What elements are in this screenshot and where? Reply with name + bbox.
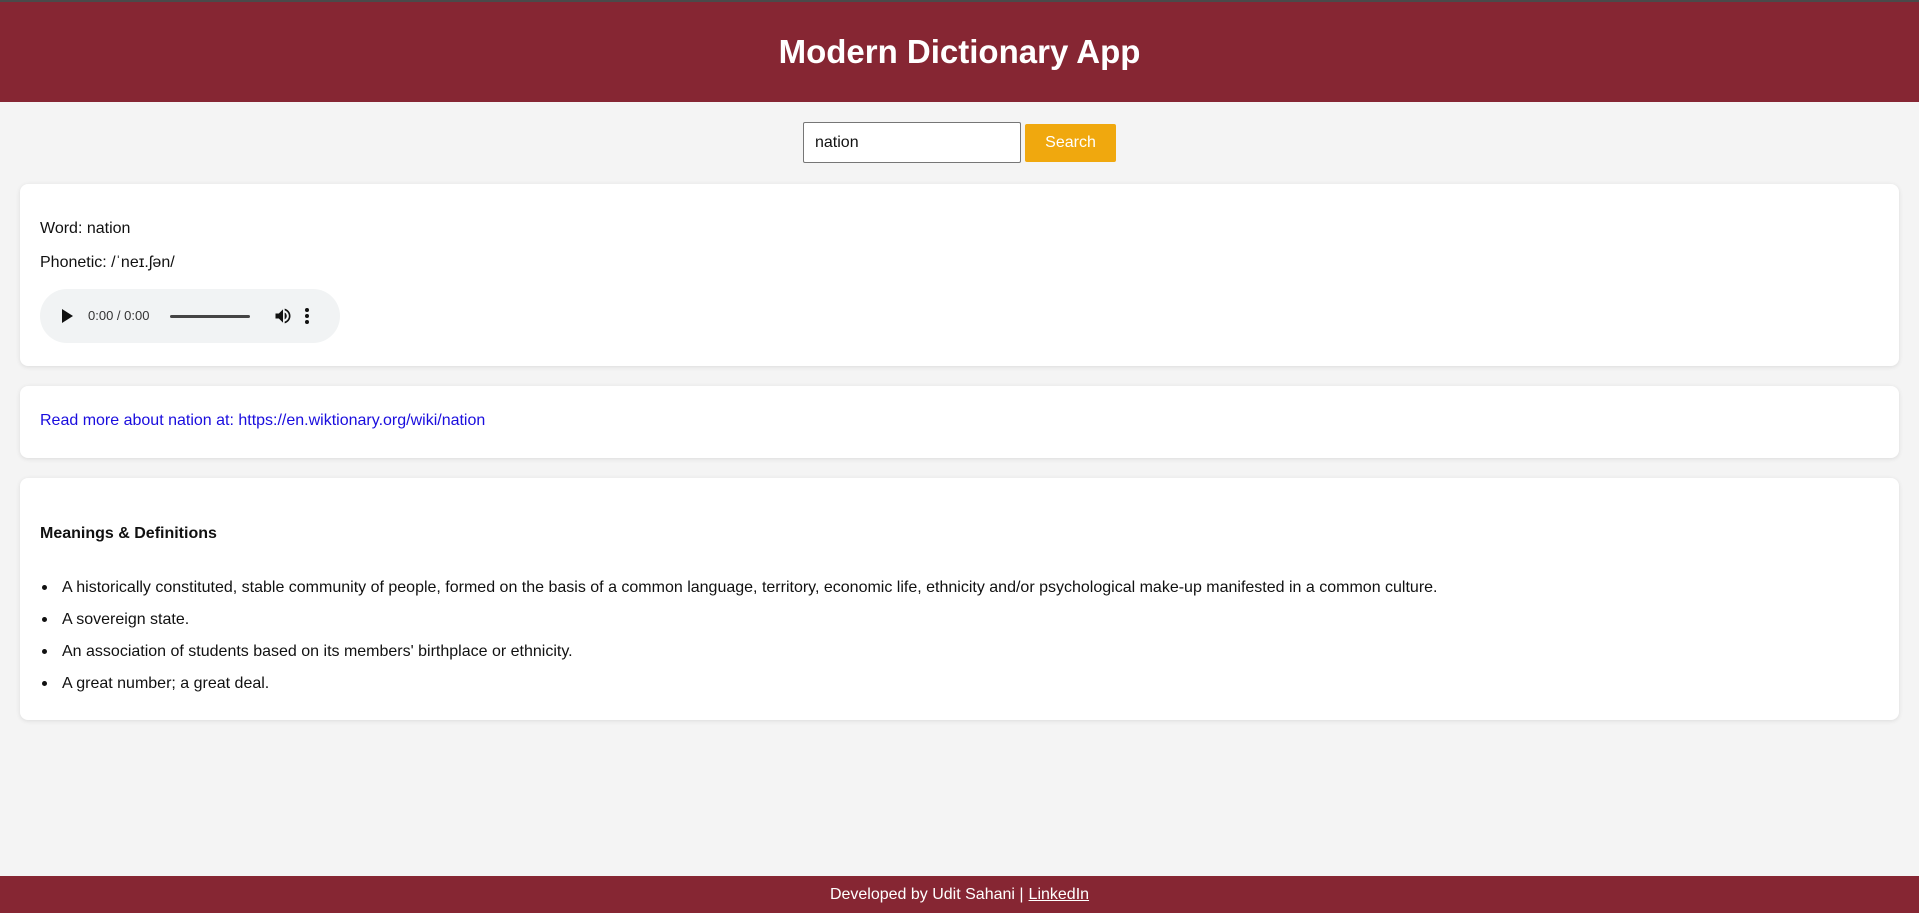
search-bar: Search — [0, 122, 1919, 163]
definitions-list: A historically constituted, stable commu… — [40, 578, 1870, 706]
meanings-heading: Meanings & Definitions — [40, 525, 217, 542]
definition-item: An association of students based on its … — [40, 642, 1870, 661]
search-button[interactable]: Search — [1025, 123, 1116, 162]
more-options-icon[interactable] — [303, 307, 311, 325]
meanings-card: Meanings & Definitions A historically co… — [20, 478, 1899, 720]
phonetic-line: Phonetic: /ˈneɪ.ʃən/ — [40, 254, 175, 271]
definition-item: A great number; a great deal. — [40, 674, 1870, 693]
definition-item: A sovereign state. — [40, 610, 1870, 629]
word-card: Word: nation Phonetic: /ˈneɪ.ʃən/ 0:00 /… — [20, 184, 1899, 366]
play-icon[interactable] — [62, 309, 73, 323]
app-title: Modern Dictionary App — [778, 33, 1141, 70]
wiktionary-link[interactable]: Read more about nation at: https://en.wi… — [40, 412, 485, 430]
link-card: Read more about nation at: https://en.wi… — [20, 386, 1899, 458]
search-input[interactable] — [803, 122, 1021, 163]
audio-progress-slider[interactable] — [170, 315, 250, 318]
page: Modern Dictionary App Search Word: natio… — [0, 0, 1919, 913]
app-header: Modern Dictionary App — [0, 2, 1919, 102]
footer-credit: Developed by Udit Sahani | — [829, 885, 1024, 903]
audio-time: 0:00 / 0:00 — [88, 308, 150, 323]
linkedin-link[interactable]: LinkedIn — [1029, 886, 1090, 904]
app-footer: Developed by Udit Sahani | LinkedIn — [0, 876, 1919, 913]
definition-item: A historically constituted, stable commu… — [40, 578, 1870, 597]
word-line: Word: nation — [40, 220, 131, 237]
volume-icon[interactable] — [273, 306, 293, 326]
audio-player[interactable]: 0:00 / 0:00 — [40, 289, 340, 343]
